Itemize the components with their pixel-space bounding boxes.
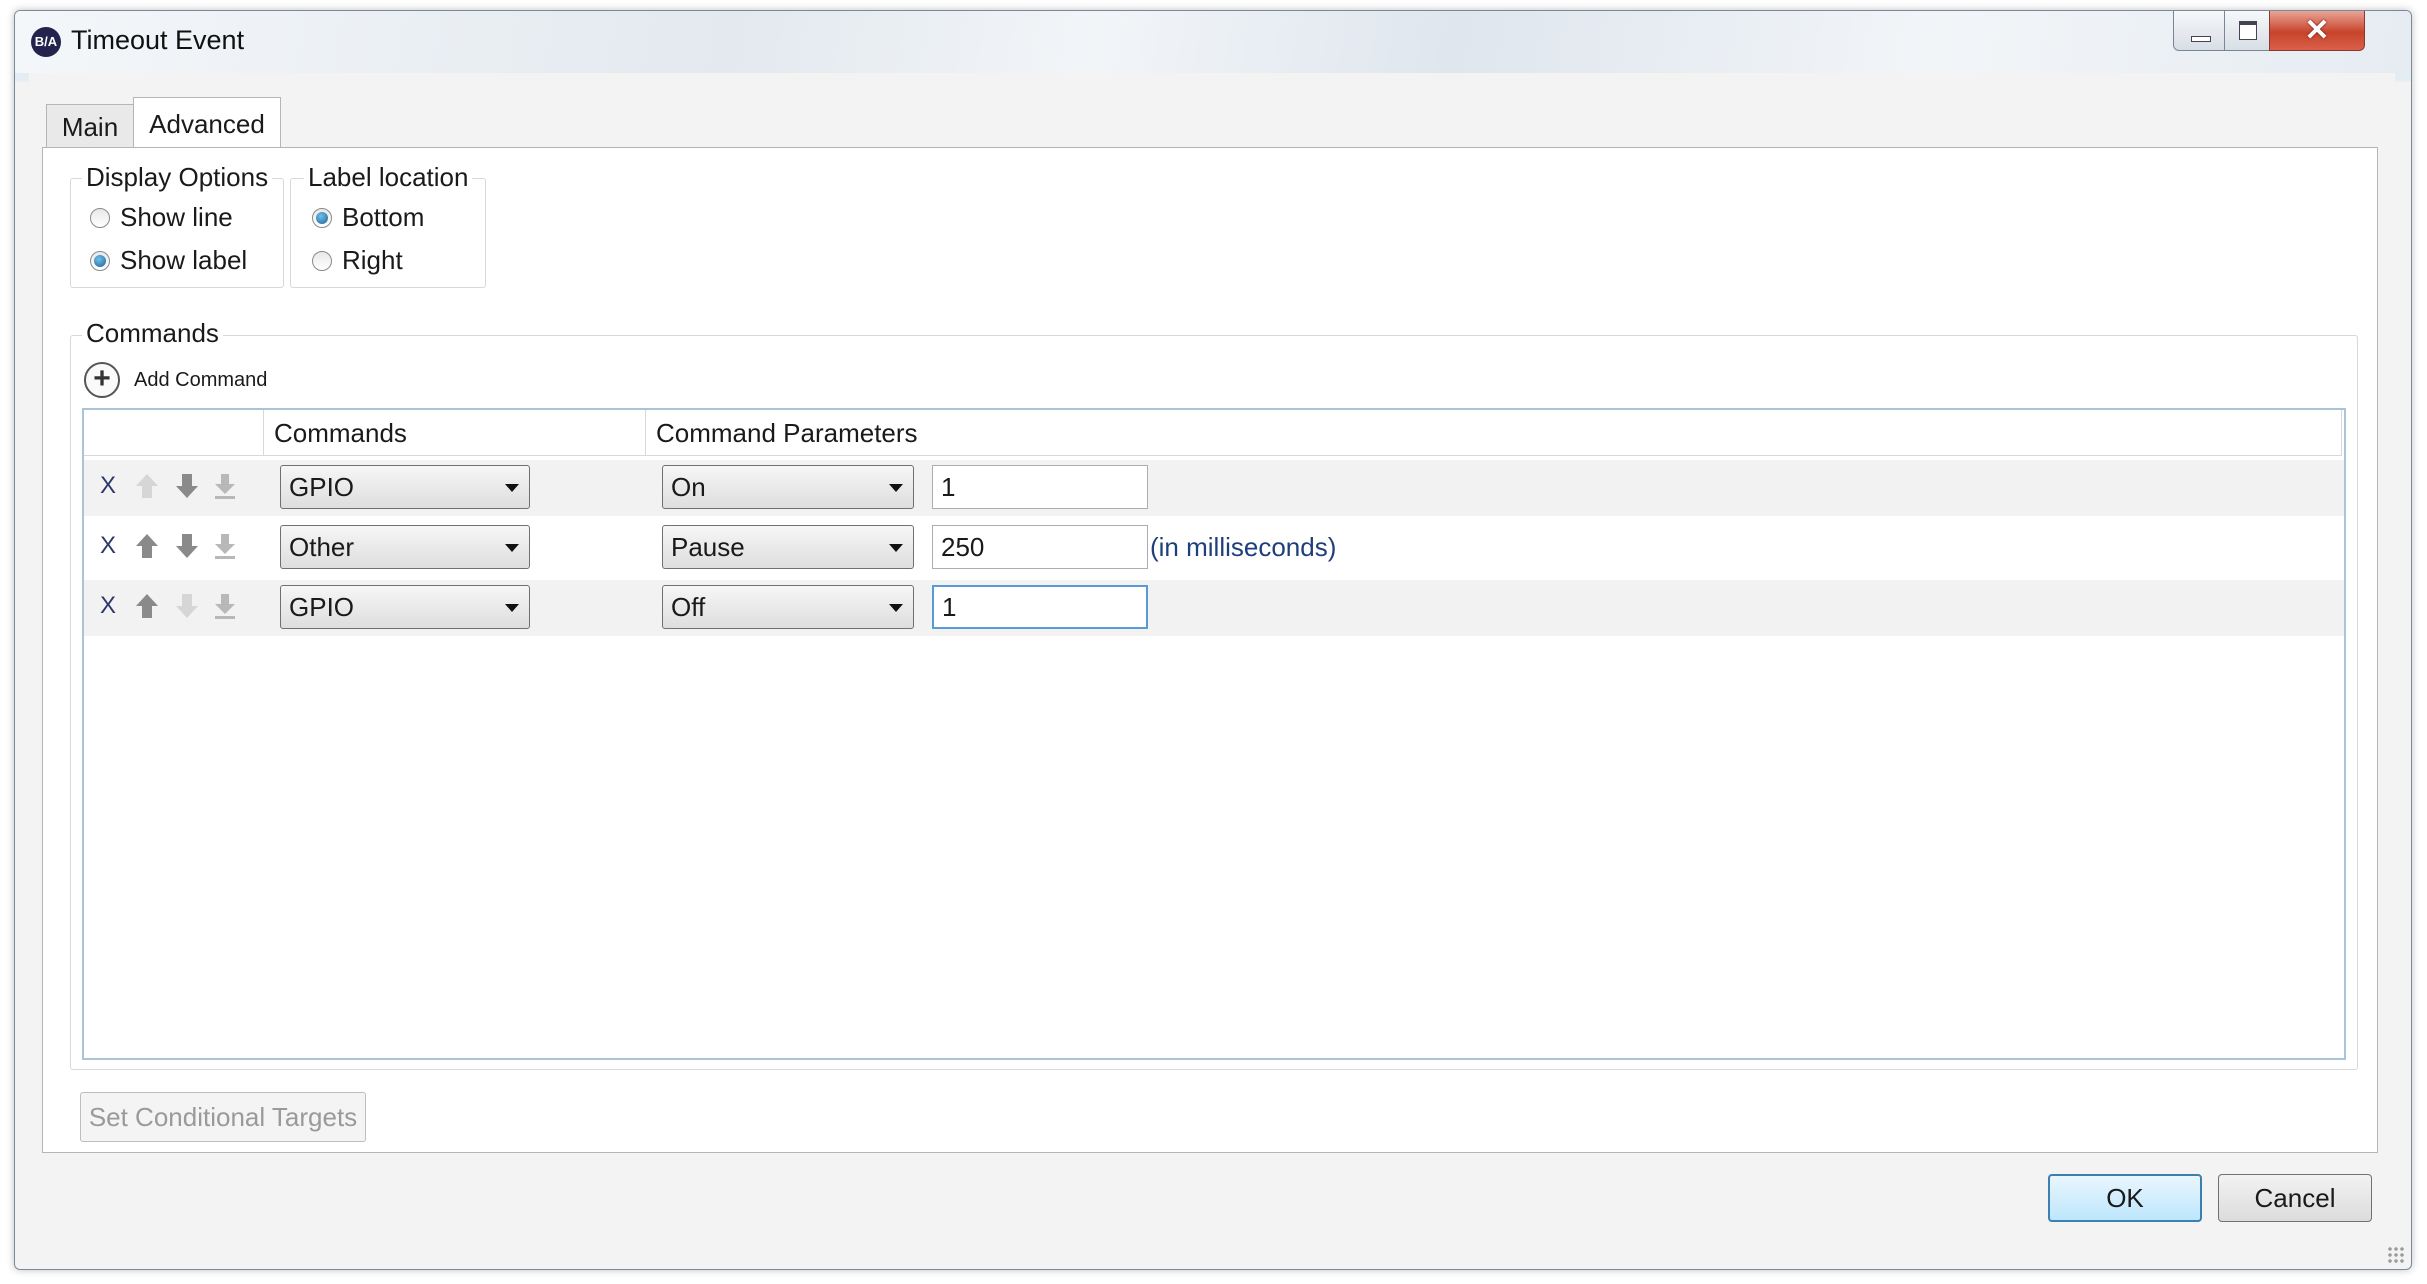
move-down-icon (176, 594, 198, 618)
radio-bottom[interactable]: Bottom (312, 202, 424, 233)
tab-main[interactable]: Main (46, 104, 134, 148)
move-to-bottom-icon (215, 594, 235, 619)
ok-button[interactable]: OK (2048, 1174, 2202, 1222)
radio-circle[interactable] (90, 207, 110, 228)
units-hint: (in milliseconds) (1150, 532, 1337, 562)
parameter-select-value: Pause (671, 532, 745, 562)
move-down-icon[interactable] (174, 530, 200, 562)
radio-circle-selected[interactable] (90, 250, 110, 271)
radio-label: Show line (120, 202, 233, 232)
move-up-icon[interactable] (134, 590, 160, 622)
dropdown-arrow-icon (505, 484, 519, 492)
radio-circle[interactable] (312, 250, 332, 271)
resize-grip-icon[interactable] (2387, 1246, 2405, 1264)
command-select-value: GPIO (289, 592, 355, 622)
maximize-icon (2239, 21, 2257, 40)
table-row: X GPIO On 1 (84, 460, 2344, 516)
window-title: Timeout Event (71, 25, 245, 55)
parameter-value-input[interactable]: 250 (932, 525, 1148, 569)
command-select-value: GPIO (289, 472, 355, 502)
display-options-label: Display Options (82, 162, 273, 193)
plus-icon: + (84, 362, 120, 398)
commands-group-label: Commands (82, 318, 223, 349)
add-command-label: Add Command (134, 368, 268, 391)
parameter-value-input[interactable]: 1 (932, 585, 1148, 629)
radio-right[interactable]: Right (312, 245, 403, 276)
dropdown-arrow-icon (889, 484, 903, 492)
dropdown-arrow-icon (889, 604, 903, 612)
move-to-bottom-icon (215, 474, 235, 499)
radio-label: Bottom (342, 202, 425, 232)
maximize-button[interactable] (2224, 11, 2270, 51)
grid-header-command-parameters: Command Parameters (646, 410, 2342, 456)
parameter-value-input[interactable]: 1 (932, 465, 1148, 509)
grid-header-blank (84, 410, 264, 456)
app-logo-icon: B/A (31, 27, 61, 57)
move-down-icon[interactable] (174, 470, 200, 502)
radio-label: Right (342, 245, 403, 275)
add-command-button[interactable]: + Add Command (84, 362, 267, 398)
tab-advanced[interactable]: Advanced (133, 97, 281, 148)
parameter-select-value: Off (671, 592, 706, 622)
delete-row-button[interactable]: X (100, 472, 116, 500)
command-select[interactable]: GPIO (280, 585, 530, 629)
move-to-bottom-icon (215, 534, 235, 559)
delete-row-button[interactable]: X (100, 592, 116, 620)
close-button[interactable]: ✕ (2269, 11, 2365, 51)
set-conditional-targets-button[interactable]: Set Conditional Targets (80, 1092, 366, 1142)
grid-header-commands: Commands (264, 410, 646, 456)
minimize-icon (2191, 36, 2211, 42)
delete-row-button[interactable]: X (100, 532, 116, 560)
cancel-button[interactable]: Cancel (2218, 1174, 2372, 1222)
parameter-select[interactable]: On (662, 465, 914, 509)
parameter-select-value: On (671, 472, 706, 502)
table-row: X Other Pause 250 (in milliseconds) (84, 520, 2344, 576)
radio-circle-selected[interactable] (312, 207, 332, 228)
dropdown-arrow-icon (505, 604, 519, 612)
parameter-select[interactable]: Pause (662, 525, 914, 569)
radio-show-label[interactable]: Show label (90, 245, 247, 276)
title-bar[interactable]: B/A Timeout Event ✕ (15, 11, 2411, 73)
command-select-value: Other (289, 532, 355, 562)
radio-show-line[interactable]: Show line (90, 202, 233, 233)
radio-label: Show label (120, 245, 248, 275)
close-icon: ✕ (2304, 14, 2330, 47)
minimize-button[interactable] (2173, 11, 2225, 51)
table-row: X GPIO Off 1 (84, 580, 2344, 636)
dropdown-arrow-icon (889, 544, 903, 552)
move-up-icon[interactable] (134, 530, 160, 562)
move-up-icon (136, 474, 158, 498)
label-location-label: Label location (304, 162, 473, 193)
parameter-select[interactable]: Off (662, 585, 914, 629)
dropdown-arrow-icon (505, 544, 519, 552)
command-select[interactable]: Other (280, 525, 530, 569)
command-select[interactable]: GPIO (280, 465, 530, 509)
commands-grid: Commands Command Parameters X GPIO On 1 … (82, 408, 2346, 1060)
